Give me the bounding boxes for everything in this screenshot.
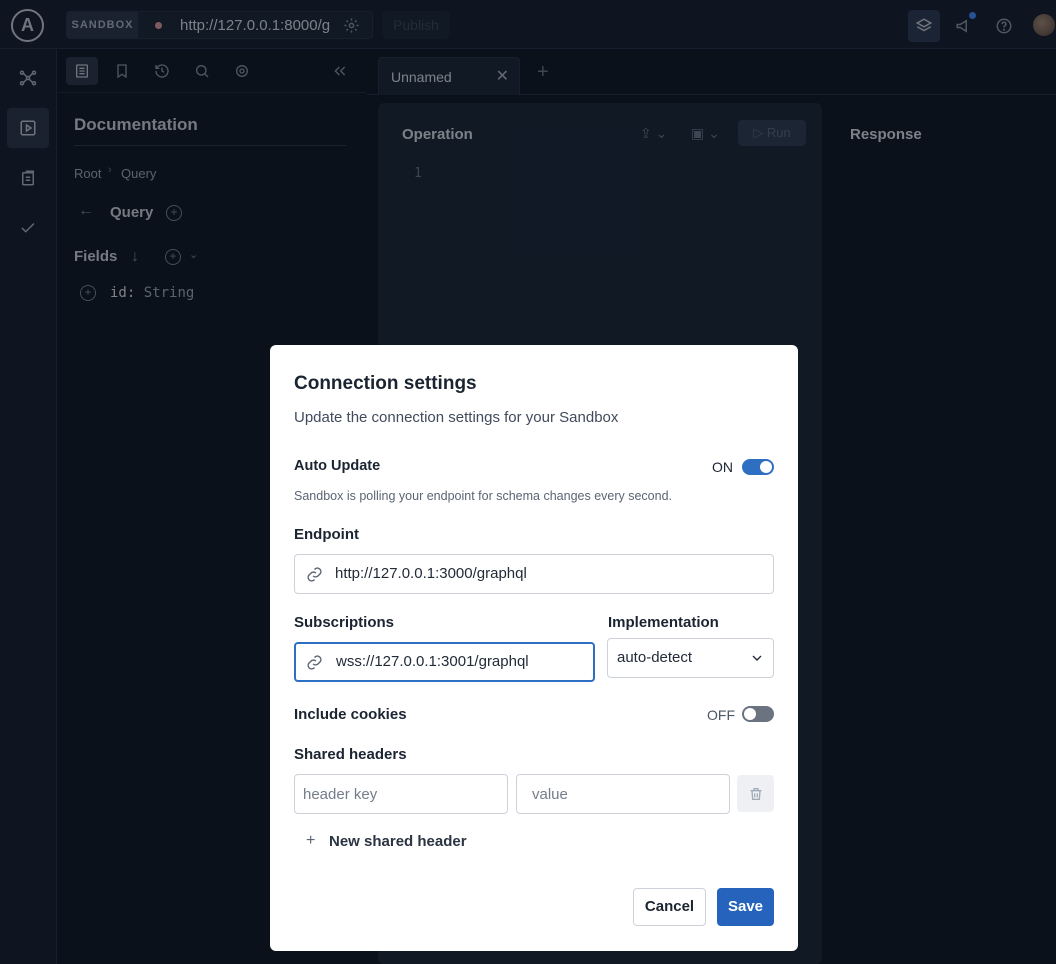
toggle-knob	[744, 708, 756, 720]
link-icon	[307, 567, 322, 582]
shared-headers-label: Shared headers	[294, 746, 407, 763]
delete-header-button[interactable]	[737, 775, 774, 812]
endpoint-label: Endpoint	[294, 526, 359, 543]
endpoint-field[interactable]: http://127.0.0.1:3000/graphql	[294, 554, 774, 594]
endpoint-value: http://127.0.0.1:3000/graphql	[335, 565, 527, 582]
implementation-value: auto-detect	[617, 649, 693, 666]
link-icon	[307, 655, 322, 670]
header-value-input[interactable]: value	[516, 774, 730, 814]
subscriptions-label: Subscriptions	[294, 614, 395, 631]
auto-update-help: Sandbox is polling your endpoint for sch…	[294, 489, 673, 503]
header-value-placeholder: value	[532, 786, 568, 803]
auto-update-label: Auto Update	[294, 458, 381, 474]
plus-icon: +	[306, 832, 316, 849]
header-key-input[interactable]: header key	[294, 774, 508, 814]
header-key-placeholder: header key	[303, 786, 378, 803]
new-shared-header-button[interactable]: + New shared header	[306, 832, 467, 850]
trash-icon	[750, 787, 761, 800]
subscriptions-value: wss://127.0.0.1:3001/graphql	[336, 653, 529, 670]
auto-update-toggle[interactable]	[742, 459, 774, 475]
toggle-knob	[760, 461, 772, 473]
chevron-down-icon	[752, 655, 762, 661]
dialog-title: Connection settings	[294, 373, 477, 394]
include-cookies-toggle[interactable]	[742, 706, 774, 722]
include-cookies-label: Include cookies	[294, 706, 407, 723]
subscriptions-field[interactable]: wss://127.0.0.1:3001/graphql	[294, 642, 595, 682]
connection-settings-dialog: Connection settings Update the connectio…	[270, 345, 798, 951]
implementation-select[interactable]: auto-detect	[607, 638, 774, 678]
implementation-label: Implementation	[608, 614, 719, 631]
save-button[interactable]: Save	[717, 888, 774, 926]
new-shared-header-label: New shared header	[329, 833, 467, 850]
include-cookies-state: OFF	[707, 707, 735, 723]
auto-update-state: ON	[712, 459, 733, 475]
dialog-subtitle: Update the connection settings for your …	[294, 409, 619, 426]
cancel-button[interactable]: Cancel	[633, 888, 706, 926]
